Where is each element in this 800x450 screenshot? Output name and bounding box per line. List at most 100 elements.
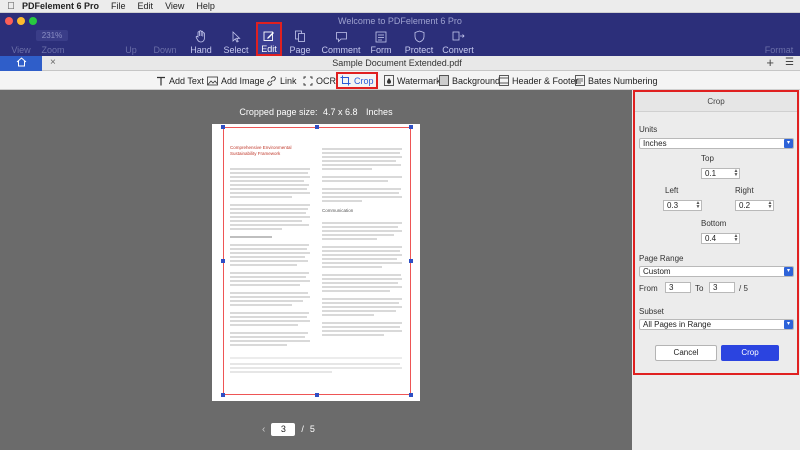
bates-numbering-button[interactable]: Bates Numbering bbox=[574, 73, 658, 88]
crop-handle-top-left[interactable] bbox=[221, 125, 225, 129]
crop-panel-frame: Crop Units Inches ▾ Top 0.1 ▲ ▼ Left 0.3 … bbox=[633, 90, 799, 375]
page-range-select[interactable]: Custom ▾ bbox=[639, 266, 794, 277]
protect-tool-button[interactable]: Protect bbox=[398, 27, 440, 55]
convert-label: Convert bbox=[442, 45, 474, 55]
form-tool-button[interactable]: Form bbox=[362, 27, 400, 55]
crop-panel-title: Crop bbox=[635, 92, 797, 112]
crop-button[interactable]: Crop bbox=[721, 345, 779, 361]
bottom-value: 0.4 bbox=[705, 234, 717, 243]
page-label: Page bbox=[289, 45, 311, 55]
menu-edit[interactable]: Edit bbox=[138, 1, 154, 11]
to-page-field[interactable]: 3 bbox=[709, 282, 735, 293]
menu-file[interactable]: File bbox=[111, 1, 126, 11]
bottom-margin-field[interactable]: 0.4 ▲ ▼ bbox=[701, 233, 740, 244]
subset-select[interactable]: All Pages in Range ▾ bbox=[639, 319, 794, 330]
stepper-icon[interactable]: ▲ ▼ bbox=[733, 234, 739, 243]
current-page-input[interactable]: 3 bbox=[271, 422, 296, 436]
protect-label: Protect bbox=[404, 45, 434, 55]
page-separator: / bbox=[301, 424, 304, 434]
right-margin-field[interactable]: 0.2 ▲ ▼ bbox=[735, 200, 774, 211]
edit-pencil-icon bbox=[262, 29, 276, 42]
units-label: Units bbox=[639, 125, 658, 134]
previous-page-icon[interactable]: ‹ bbox=[262, 424, 265, 435]
top-margin-field[interactable]: 0.1 ▲ ▼ bbox=[701, 168, 740, 179]
page-up-button[interactable]: Up bbox=[112, 27, 150, 55]
add-image-button[interactable]: Add Image bbox=[207, 73, 265, 88]
crop-frame[interactable] bbox=[223, 127, 411, 395]
page-tool-button[interactable]: Page bbox=[281, 27, 319, 55]
page-down-button[interactable]: Down bbox=[146, 27, 184, 55]
image-icon bbox=[207, 75, 218, 86]
link-button[interactable]: Link bbox=[266, 73, 297, 88]
tab-list-menu-icon[interactable]: ☰ bbox=[785, 57, 794, 68]
crop-tool-button[interactable]: Crop bbox=[336, 72, 378, 89]
cropped-size-value: 4.7 x 6.8 bbox=[323, 107, 358, 117]
crop-panel: Crop Units Inches ▾ Top 0.1 ▲ ▼ Left 0.3 … bbox=[632, 90, 800, 450]
total-pages: 5 bbox=[309, 424, 315, 434]
select-label: Select bbox=[223, 45, 249, 55]
crop-handle-bottom-center[interactable] bbox=[315, 393, 319, 397]
ocr-button[interactable]: OCR bbox=[302, 73, 336, 88]
comment-label: Comment bbox=[321, 45, 361, 55]
background-button[interactable]: Background bbox=[438, 73, 500, 88]
from-label: From bbox=[639, 284, 658, 293]
menu-help[interactable]: Help bbox=[196, 1, 215, 11]
cancel-button[interactable]: Cancel bbox=[655, 345, 717, 361]
form-label: Form bbox=[370, 45, 392, 55]
zoom-label: Zoom bbox=[41, 45, 65, 55]
stepper-icon[interactable]: ▲ ▼ bbox=[767, 201, 773, 210]
chevron-down-icon: ▾ bbox=[784, 320, 793, 329]
watermark-button[interactable]: Watermark bbox=[383, 73, 441, 88]
crop-handle-top-center[interactable] bbox=[315, 125, 319, 129]
cropped-size-unit: Inches bbox=[366, 107, 393, 117]
units-value: Inches bbox=[643, 139, 667, 148]
crop-handle-bottom-right[interactable] bbox=[409, 393, 413, 397]
left-margin-field[interactable]: 0.3 ▲ ▼ bbox=[663, 200, 702, 211]
stepper-icon[interactable]: ▲ ▼ bbox=[733, 169, 739, 178]
header-footer-button[interactable]: Header & Footer bbox=[498, 73, 579, 88]
apple-icon[interactable]:  bbox=[6, 1, 16, 12]
comment-tool-button[interactable]: Comment bbox=[320, 27, 362, 55]
format-button[interactable]: Format bbox=[760, 27, 798, 55]
right-label: Right bbox=[735, 186, 754, 195]
edit-label: Edit bbox=[261, 44, 277, 54]
subset-label: Subset bbox=[639, 307, 664, 316]
add-tab-icon[interactable]: + bbox=[766, 55, 774, 70]
format-label: Format bbox=[764, 45, 794, 55]
top-value: 0.1 bbox=[705, 169, 717, 178]
document-tab[interactable]: Sample Document Extended.pdf bbox=[42, 56, 752, 71]
zoom-button[interactable]: Zoom bbox=[34, 27, 72, 55]
of-total-pages: / 5 bbox=[739, 284, 748, 293]
home-button[interactable] bbox=[0, 56, 42, 71]
edit-toolbar: Add Text Add Image Link OCR Crop Waterma… bbox=[0, 71, 800, 90]
hand-label: Hand bbox=[190, 45, 212, 55]
page-range-label: Page Range bbox=[639, 254, 684, 263]
select-tool-button[interactable]: Select bbox=[217, 27, 255, 55]
units-select[interactable]: Inches ▾ bbox=[639, 138, 794, 149]
crop-handle-middle-left[interactable] bbox=[221, 259, 225, 263]
menu-app-name[interactable]: PDFelement 6 Pro bbox=[22, 1, 99, 11]
add-image-label: Add Image bbox=[221, 75, 265, 86]
crop-handle-middle-right[interactable] bbox=[409, 259, 413, 263]
from-page-field[interactable]: 3 bbox=[665, 282, 691, 293]
shield-icon bbox=[412, 30, 426, 43]
add-text-button[interactable]: Add Text bbox=[155, 73, 204, 88]
convert-icon bbox=[451, 30, 465, 43]
crop-handle-top-right[interactable] bbox=[409, 125, 413, 129]
hand-tool-button[interactable]: Hand bbox=[182, 27, 220, 55]
watermark-label: Watermark bbox=[397, 75, 441, 86]
menu-view[interactable]: View bbox=[165, 1, 184, 11]
crop-handle-bottom-left[interactable] bbox=[221, 393, 225, 397]
watermark-icon bbox=[383, 75, 394, 86]
document-viewport[interactable]: Cropped page size: 4.7 x 6.8 Inches Comp… bbox=[0, 90, 632, 450]
cropped-size-label: Cropped page size: bbox=[239, 107, 318, 117]
page-range-value: Custom bbox=[643, 267, 671, 276]
convert-tool-button[interactable]: Convert bbox=[437, 27, 479, 55]
crop-tool-label: Crop bbox=[354, 75, 374, 86]
link-label: Link bbox=[280, 75, 297, 86]
view-label: View bbox=[11, 45, 31, 55]
edit-tool-button[interactable]: Edit bbox=[256, 22, 282, 56]
text-icon bbox=[155, 75, 166, 86]
bates-numbering-label: Bates Numbering bbox=[588, 75, 658, 86]
stepper-icon[interactable]: ▲ ▼ bbox=[695, 201, 701, 210]
